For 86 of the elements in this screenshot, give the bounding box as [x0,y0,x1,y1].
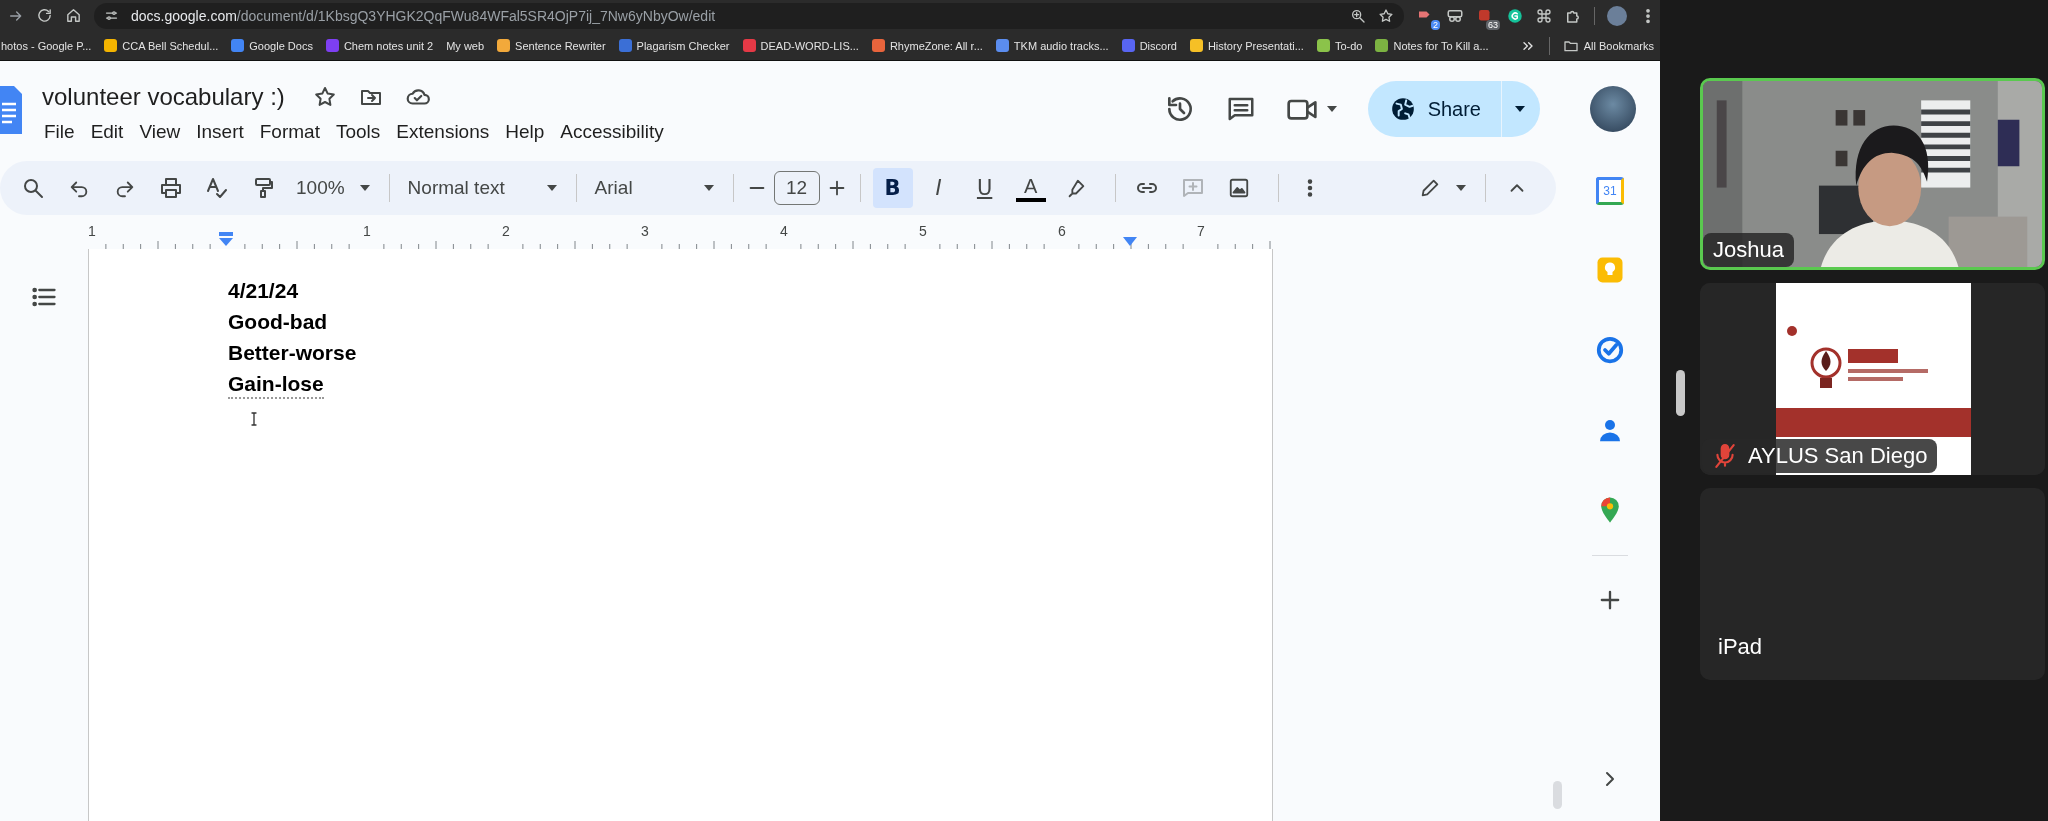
share-button[interactable]: Share [1367,81,1540,137]
ruler-number: 3 [641,223,649,239]
bookmark-link[interactable]: Chem notes unit 2 [343,39,434,52]
caret-icon[interactable] [702,184,715,192]
add-comment-icon [1180,176,1205,200]
participant-name: iPad [1718,634,1763,660]
document-text-line: 4/21/24 [228,278,299,304]
bookmark-link[interactable]: RhymeZone: All r... [889,39,983,52]
caret-icon[interactable] [358,184,371,192]
indent-marker-icon[interactable] [218,232,234,246]
style-dropdown[interactable]: Normal text [401,177,564,199]
menu-item[interactable]: File [36,119,83,145]
tasks-icon[interactable] [1595,335,1625,365]
document-text-line: Good-bad [228,309,328,335]
docs-logo-icon[interactable] [0,86,22,134]
ruler-number: 1 [363,223,371,239]
ruler-number: 6 [1058,223,1066,239]
ruler-number: 1 [88,223,96,239]
bookmark-link[interactable]: Notes for To Kill a... [1393,39,1489,52]
font-dropdown[interactable]: Arial [588,177,721,199]
menu-item[interactable]: Edit [82,119,132,145]
video-tile[interactable]: Joshua [1700,78,2045,270]
image-icon[interactable] [1227,177,1250,199]
document-text-line: Gain-lose [228,371,324,399]
reload-icon[interactable] [36,7,53,24]
underline-button[interactable]: U [964,168,1005,208]
site-settings-icon[interactable] [104,8,119,23]
bookmark-link[interactable]: DEAD-WORD-LIS... [760,39,859,52]
pencil-icon [1419,177,1441,199]
menu-item[interactable]: Tools [327,119,389,145]
bookmark-link[interactable]: Plagarism Checker [636,39,730,52]
bookmark-link[interactable]: History Presentati... [1207,39,1304,52]
menu-item[interactable]: Format [251,119,328,145]
caret-icon[interactable] [1325,105,1338,113]
document-page[interactable]: 4/21/24 Good-bad Better-worse Gain-lose [88,249,1273,821]
bookmark-link[interactable]: TKM audio tracks... [1013,39,1109,52]
globe-icon [1389,96,1416,122]
document-title[interactable]: volunteer vocabulary :) [42,83,285,111]
bookmark-star-icon[interactable] [1378,7,1394,24]
print-icon[interactable] [159,176,183,200]
caret-icon[interactable] [1455,184,1467,192]
bookmark-link[interactable]: CCA Bell Schedul... [122,39,219,52]
video-tile[interactable]: iPad [1700,488,2045,680]
bookmark-link[interactable]: Discord [1139,39,1177,52]
ruler-number: 7 [1197,223,1205,239]
menu-item[interactable]: Help [497,119,553,145]
bookmark-link[interactable]: hotos - Google P... [1,39,92,52]
account-avatar[interactable] [1590,86,1636,132]
bookmark-link[interactable]: Google Docs [249,39,313,52]
panel-resize-handle[interactable] [1675,370,1685,416]
menu-item[interactable]: Accessibility [552,119,672,145]
participant-name: AYLUS San Diego [1748,443,1928,469]
scrollbar-thumb[interactable] [1553,781,1562,809]
ruler-number: 5 [919,223,927,239]
bookmark-link[interactable]: To-do [1334,39,1363,52]
extension-badge: 63 [1486,19,1500,30]
grammar-icon[interactable] [1506,6,1524,25]
search-icon[interactable] [21,176,45,200]
caret-icon[interactable] [545,184,558,192]
command-icon[interactable] [1536,7,1552,24]
spellcheck-icon[interactable] [205,176,229,200]
participant-name: Joshua [1713,237,1784,263]
profile-avatar[interactable] [1607,5,1627,26]
bookmark-link[interactable]: Sentence Rewriter [515,39,606,52]
all-bookmarks-link[interactable]: All Bookmarks [1583,39,1654,52]
home-icon[interactable] [65,7,82,24]
ruler-number: 4 [780,223,788,239]
address-bar[interactable]: docs.google.com/document/d/1KbsgQ3YHGK2QqFWu84WFal5SR4OjP7ij_7Nw6yNbyOw/edit [94,2,1404,29]
star-icon[interactable] [312,85,337,109]
right-indent-marker-icon[interactable] [1123,237,1137,246]
url-text: docs.google.com/document/d/1KbsgQ3YHGK2QqFWu84WFal5SR4OjP7ij_7Nw6yNbyOw/edit [131,7,716,24]
menu-item[interactable]: Insert [188,119,252,145]
font-size-field[interactable]: 12 [773,171,820,205]
menu-item[interactable]: View [131,119,189,145]
zoom-icon[interactable] [1350,7,1366,24]
document-text-line: Better-worse [228,340,357,366]
bold-button[interactable]: B [872,168,913,208]
share-options-caret-icon[interactable] [1514,105,1526,113]
text-color-button[interactable]: A [1010,174,1051,202]
italic-button[interactable]: I [918,168,959,208]
extension-badge: 2 [1431,19,1440,30]
menu-item[interactable]: Extensions [388,119,498,145]
zoom-dropdown[interactable]: 100% [290,177,377,199]
bookmark-link[interactable]: My web [446,39,485,52]
ruler-number: 2 [502,223,510,239]
calendar-icon[interactable]: 31 [1596,177,1624,205]
